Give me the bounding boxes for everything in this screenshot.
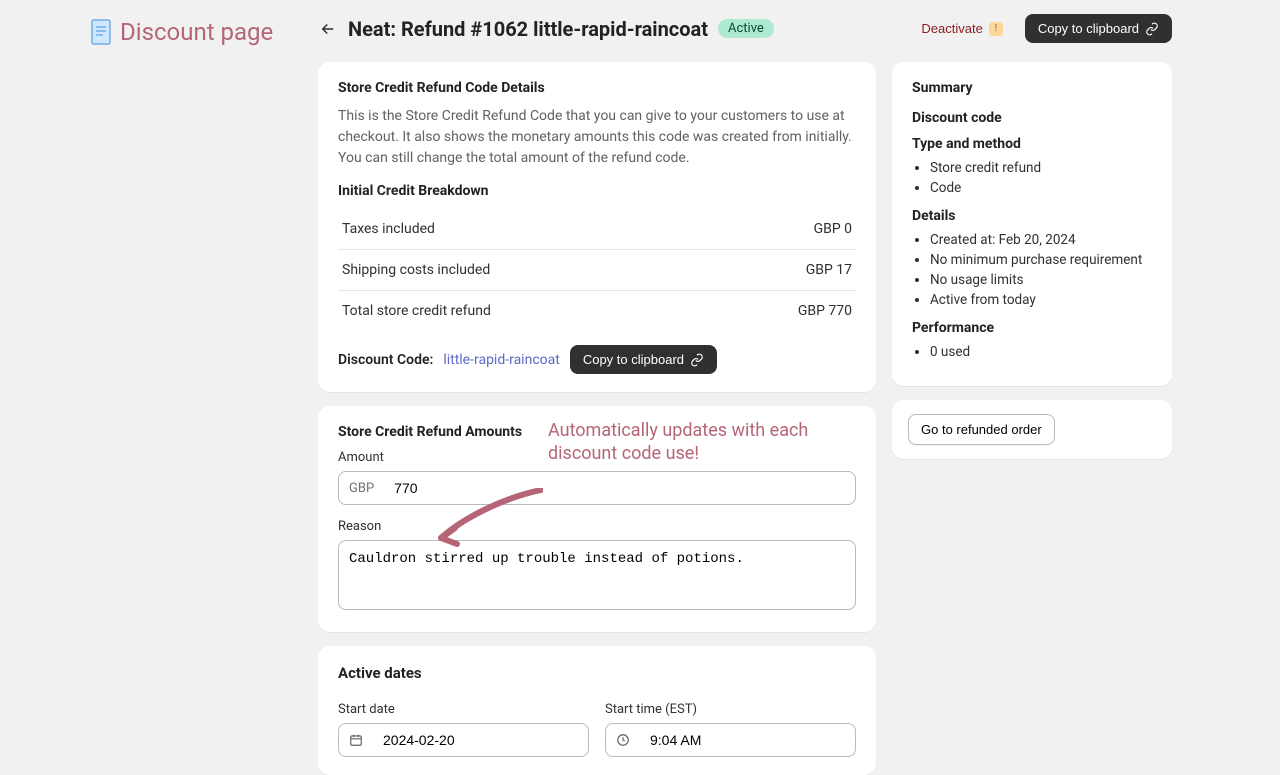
- breakdown-row: Shipping costs included GBP 17: [338, 250, 856, 291]
- start-date-field[interactable]: [338, 723, 589, 757]
- amounts-title: Store Credit Refund Amounts: [338, 424, 856, 440]
- breakdown-row: Taxes included GBP 0: [338, 209, 856, 250]
- performance-heading: Performance: [912, 320, 1152, 336]
- breakdown-row: Total store credit refund GBP 770: [338, 291, 856, 331]
- status-badge: Active: [718, 19, 774, 38]
- clock-icon: [606, 724, 640, 756]
- page-header: Neat: Refund #1062 little-rapid-raincoat…: [318, 14, 1172, 43]
- active-dates-card: Active dates Start date Start time (ES: [318, 646, 876, 775]
- amount-input-row: GBP: [338, 471, 856, 505]
- copy-code-button[interactable]: Copy to clipboard: [570, 345, 717, 374]
- deactivate-button[interactable]: Deactivate !: [909, 15, 1014, 42]
- go-to-order-card: Go to refunded order: [892, 400, 1172, 459]
- content-area: Store Credit Refund Code Details This is…: [318, 62, 1172, 720]
- summary-title: Summary: [912, 80, 1152, 96]
- refund-code-details-card: Store Credit Refund Code Details This is…: [318, 62, 876, 392]
- warning-icon: !: [989, 22, 1003, 36]
- copy-label: Copy to clipboard: [1038, 21, 1139, 36]
- details-description: This is the Store Credit Refund Code tha…: [338, 106, 856, 169]
- link-icon: [1145, 22, 1159, 36]
- discount-code-line: Discount Code: little-rapid-raincoat Cop…: [338, 345, 856, 374]
- page-title: Neat: Refund #1062 little-rapid-raincoat: [348, 17, 708, 41]
- details-heading: Details: [912, 208, 1152, 224]
- calendar-icon: [339, 724, 373, 756]
- start-time-field[interactable]: [605, 723, 856, 757]
- breakdown-value: GBP 770: [798, 303, 852, 319]
- deactivate-label: Deactivate: [921, 21, 982, 36]
- list-item: Created at: Feb 20, 2024: [930, 230, 1152, 250]
- active-dates-title: Active dates: [338, 664, 856, 682]
- list-item: No usage limits: [930, 270, 1152, 290]
- list-item: Active from today: [930, 290, 1152, 310]
- refund-amounts-card: Store Credit Refund Amounts Automaticall…: [318, 406, 876, 632]
- breakdown-label: Total store credit refund: [342, 303, 491, 319]
- list-item: Store credit refund: [930, 158, 1152, 178]
- page-logo: Discount page: [90, 18, 273, 46]
- link-icon: [690, 353, 704, 367]
- breakdown-label: Shipping costs included: [342, 262, 490, 278]
- main-column: Store Credit Refund Code Details This is…: [318, 62, 876, 775]
- side-column: Summary Discount code Type and method St…: [892, 62, 1172, 459]
- type-method-list: Store credit refund Code: [912, 158, 1152, 198]
- breakdown-label: Taxes included: [342, 221, 435, 237]
- summary-card: Summary Discount code Type and method St…: [892, 62, 1172, 386]
- details-title: Store Credit Refund Code Details: [338, 80, 856, 96]
- list-item: Code: [930, 178, 1152, 198]
- document-icon: [90, 18, 114, 46]
- discount-code-value[interactable]: little-rapid-raincoat: [443, 352, 560, 368]
- start-date-input[interactable]: [373, 724, 588, 756]
- breakdown-list: Taxes included GBP 0 Shipping costs incl…: [338, 209, 856, 331]
- discount-code-heading: Discount code: [912, 110, 1152, 126]
- start-time-label: Start time (EST): [605, 702, 856, 717]
- breakdown-value: GBP 17: [806, 262, 852, 278]
- reason-input[interactable]: [338, 540, 856, 610]
- performance-list: 0 used: [912, 342, 1152, 362]
- copy-code-label: Copy to clipboard: [583, 352, 684, 367]
- breakdown-value: GBP 0: [814, 221, 852, 237]
- go-to-refunded-order-button[interactable]: Go to refunded order: [908, 414, 1055, 445]
- reason-label: Reason: [338, 519, 856, 534]
- back-arrow-icon[interactable]: [318, 19, 338, 39]
- list-item: 0 used: [930, 342, 1152, 362]
- details-list: Created at: Feb 20, 2024 No minimum purc…: [912, 230, 1152, 310]
- logo-text: Discount page: [120, 18, 273, 46]
- discount-code-label: Discount Code:: [338, 352, 433, 368]
- start-time-input[interactable]: [640, 724, 855, 756]
- copy-to-clipboard-button[interactable]: Copy to clipboard: [1025, 14, 1172, 43]
- list-item: No minimum purchase requirement: [930, 250, 1152, 270]
- start-date-label: Start date: [338, 702, 589, 717]
- amount-input[interactable]: [384, 472, 855, 504]
- breakdown-title: Initial Credit Breakdown: [338, 183, 856, 199]
- currency-prefix: GBP: [339, 472, 384, 504]
- amount-label: Amount: [338, 450, 856, 465]
- type-method-heading: Type and method: [912, 136, 1152, 152]
